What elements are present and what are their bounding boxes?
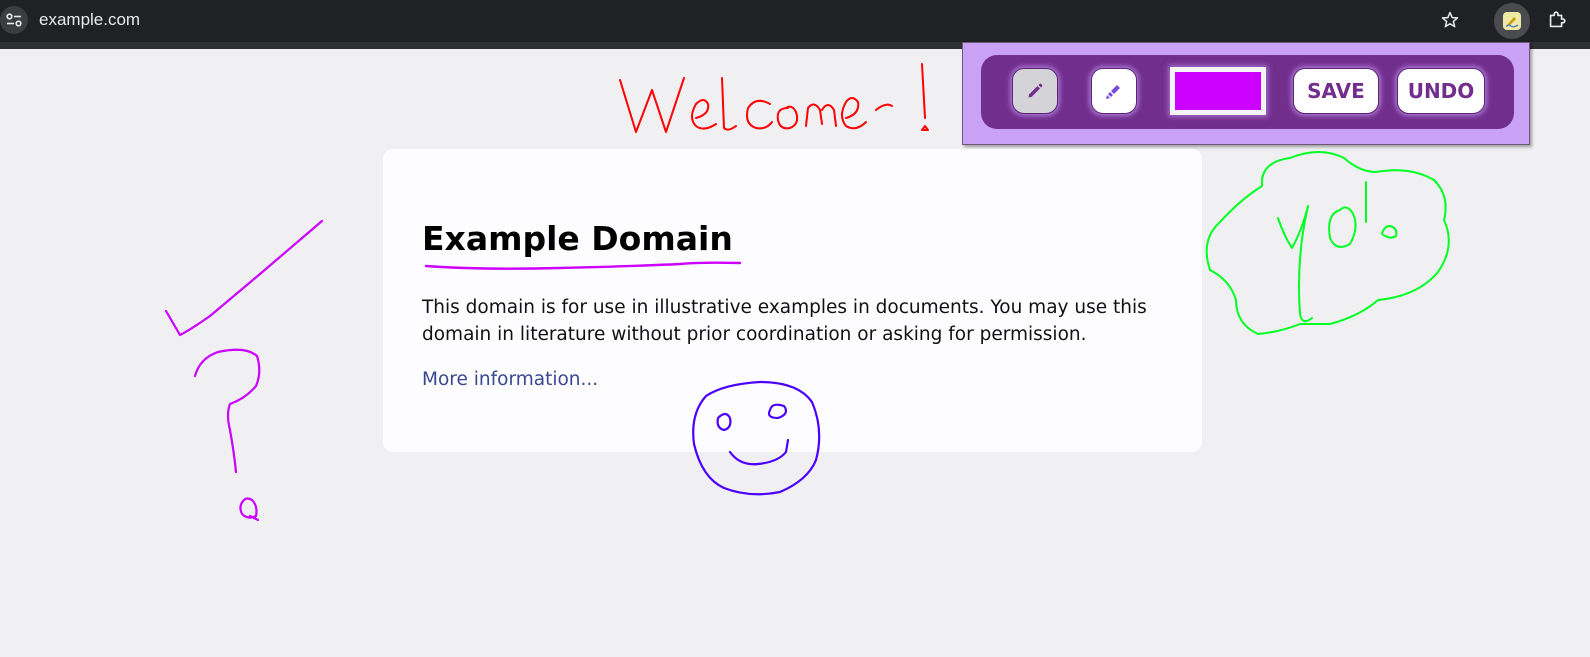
address-bar-url[interactable]: example.com <box>39 10 140 30</box>
yo-cloud-drawing <box>1205 151 1450 335</box>
annotation-toolbar: SAVE UNDO <box>981 55 1514 129</box>
question-mark-drawing <box>193 348 261 522</box>
annotation-extension-button[interactable] <box>1494 3 1530 39</box>
checkmark-drawing <box>164 219 324 337</box>
annotation-toolbar-frame: SAVE UNDO <box>962 42 1530 145</box>
site-info-icon[interactable] <box>0 6 28 34</box>
color-picker[interactable] <box>1170 67 1266 115</box>
annotation-extension-icon <box>1503 12 1521 30</box>
page-description: This domain is for use in illustrative e… <box>422 297 1147 345</box>
highlighter-icon <box>1106 85 1120 99</box>
welcome-drawing <box>619 63 929 133</box>
more-information-link[interactable]: More information... <box>422 368 598 392</box>
highlighter-tool-button[interactable] <box>1091 68 1137 114</box>
undo-button[interactable]: UNDO <box>1397 68 1485 114</box>
save-button[interactable]: SAVE <box>1293 68 1379 114</box>
pencil-icon <box>1028 83 1043 98</box>
content-card: Example Domain This domain is for use in… <box>383 149 1202 452</box>
pen-tool-button[interactable] <box>1012 68 1058 114</box>
puzzle-icon[interactable] <box>1545 8 1569 32</box>
browser-toolbar: example.com <box>0 0 1590 42</box>
page-title: Example Domain <box>422 219 733 258</box>
selected-color <box>1175 72 1261 110</box>
star-icon[interactable] <box>1438 8 1462 32</box>
